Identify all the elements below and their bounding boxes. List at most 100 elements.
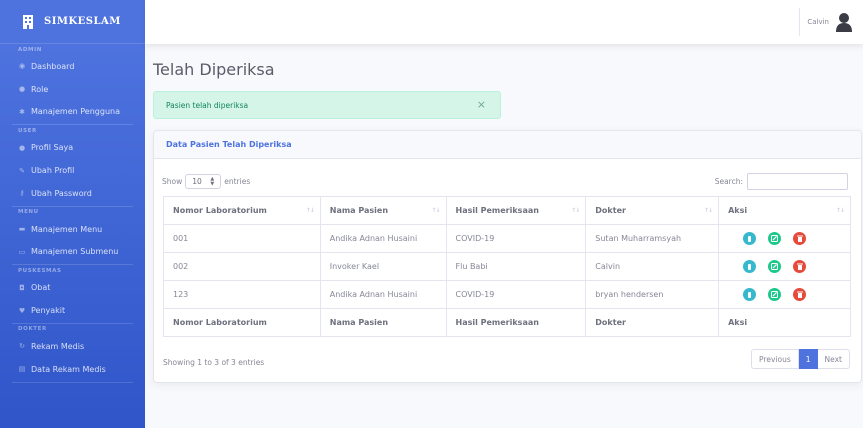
table-header-row: Nomor Laboratorium ↑↓ Nama Pasien ↑↓ Hasil P… <box>163 196 851 225</box>
building-icon <box>22 14 34 29</box>
trash-icon <box>796 291 803 298</box>
user-dropdown[interactable]: Calvin <box>807 12 853 32</box>
sidebar-divider <box>12 381 133 383</box>
pagination: Previous 1 Next <box>751 349 850 369</box>
alert-message: Pasien telah diperiksa <box>166 100 249 110</box>
edit-icon <box>771 263 779 270</box>
table-info: Showing 1 to 3 of 3 entries <box>163 358 265 367</box>
cell-actions <box>718 224 851 253</box>
sidebar: SIMKESLAM ADMIN ◉ Dashboard ● Role ✱ Manajemen… <box>0 0 145 428</box>
edit-button[interactable] <box>768 232 782 245</box>
detail-button[interactable] <box>743 260 757 273</box>
heart-icon: ♥ <box>18 306 26 315</box>
users-icon: ✱ <box>19 107 25 116</box>
cell-nomor: 002 <box>163 252 321 281</box>
column-header-label: Dokter <box>595 318 626 327</box>
next-button[interactable]: Next <box>817 349 850 369</box>
stethoscope-icon: ↻ <box>19 342 25 351</box>
search-input[interactable] <box>747 173 848 190</box>
delete-button[interactable] <box>793 260 807 273</box>
delete-button[interactable] <box>793 232 807 245</box>
sort-icon: ↑↓ <box>835 207 845 214</box>
sidebar-item-label: Penyakit <box>31 306 66 316</box>
file-icon: ▤ <box>18 365 26 374</box>
edit-icon <box>771 291 779 298</box>
sidebar-item-data-rekam-medis[interactable]: ▤ Data Rekam Medis <box>0 358 145 381</box>
sidebar-item-label: Obat <box>31 283 51 293</box>
brand-name: SIMKESLAM <box>44 16 121 27</box>
alert-close-button[interactable]: × <box>477 99 486 110</box>
edit-button[interactable] <box>768 288 782 301</box>
info-icon <box>748 263 752 270</box>
column-header-label: Nama Pasien <box>329 206 389 215</box>
sidebar-item-label: Manajemen Submenu <box>31 247 119 257</box>
table-footer-row: Nomor Laboratorium Nama Pasien Hasil Pemer… <box>163 308 851 337</box>
entries-select[interactable]: 10 ▲ ▼ <box>185 174 222 189</box>
table-search: Search: <box>715 173 848 190</box>
sidebar-item-obat[interactable]: ◘ Obat <box>0 276 145 299</box>
sidebar-item-label: Data Rekam Medis <box>31 364 106 374</box>
success-alert: Pasien telah diperiksa × <box>153 91 501 119</box>
topbar-divider <box>799 8 800 36</box>
sidebar-item-dashboard[interactable]: ◉ Dashboard <box>0 55 145 78</box>
sidebar-item-manajemen-submenu[interactable]: ▭ Manajemen Submenu <box>0 241 145 264</box>
page-1-button[interactable]: 1 <box>798 349 818 369</box>
sort-icon: ↑↓ <box>571 207 580 214</box>
patients-card: Data Pasien Telah Diperiksa Show 10 ▲ ▼ e… <box>153 130 862 383</box>
column-header-label: Hasil Pemeriksaan <box>455 206 539 215</box>
row-actions <box>728 260 850 273</box>
column-header-nomor-laboratorium[interactable]: Nomor Laboratorium ↑↓ <box>163 196 321 225</box>
user-avatar-icon[interactable] <box>835 12 853 32</box>
sidebar-item-label: Profil Saya <box>31 143 74 153</box>
sidebar-item-role[interactable]: ● Role <box>0 78 145 101</box>
sidebar-item-ubah-password[interactable]: ⚷ Ubah Password <box>0 182 145 205</box>
sort-icon: ↑↓ <box>704 207 713 214</box>
user-name: Calvin <box>807 18 829 26</box>
cell-hasil: COVID-19 <box>445 280 587 309</box>
sidebar-menu: ADMIN ◉ Dashboard ● Role ✱ Manajemen Pengguna U… <box>0 44 145 383</box>
column-header-label: Dokter <box>595 206 626 215</box>
user-icon: ● <box>18 143 26 152</box>
column-header-hasil-pemeriksaan: Hasil Pemeriksaan <box>445 308 587 337</box>
column-header-aksi[interactable]: Aksi ↑↓ <box>718 196 851 225</box>
row-actions <box>728 232 850 245</box>
column-header-dokter: Dokter <box>585 308 720 337</box>
sidebar-item-manajemen-pengguna[interactable]: ✱ Manajemen Pengguna <box>0 101 145 124</box>
column-header-nama-pasien[interactable]: Nama Pasien ↑↓ <box>319 196 447 225</box>
cell-dokter: bryan hendersen <box>585 280 720 309</box>
sidebar-item-rekam-medis[interactable]: ↻ Rekam Medis <box>0 335 145 358</box>
sidebar-item-label: Role <box>31 84 49 94</box>
edit-icon <box>771 235 779 242</box>
sidebar-item-profil-saya[interactable]: ● Profil Saya <box>0 136 145 159</box>
cell-nama: Invoker Kael <box>319 252 447 281</box>
detail-button[interactable] <box>743 232 757 245</box>
column-header-dokter[interactable]: Dokter ↑↓ <box>585 196 720 225</box>
cell-nomor: 001 <box>163 224 321 253</box>
edit-button[interactable] <box>768 260 782 273</box>
select-arrows-icon: ▲ ▼ <box>210 175 215 187</box>
trash-icon <box>796 263 803 270</box>
sidebar-item-label: Ubah Password <box>31 188 92 198</box>
entries-select-value: 10 <box>192 177 202 186</box>
previous-button[interactable]: Previous <box>751 349 799 369</box>
column-header-label: Nomor Laboratorium <box>173 318 267 327</box>
topbar: Calvin <box>145 0 863 44</box>
column-header-label: Nama Pasien <box>329 318 389 327</box>
delete-button[interactable] <box>793 288 807 301</box>
sidebar-item-manajemen-menu[interactable]: ▬ Manajemen Menu <box>0 218 145 241</box>
sidebar-heading: PUSKESMAS <box>18 267 62 274</box>
cell-actions <box>718 280 851 309</box>
folder-icon: ▬ <box>18 225 26 234</box>
cell-nomor: 123 <box>163 280 321 309</box>
detail-button[interactable] <box>743 288 757 301</box>
table-row: 001 Andika Adnan Husaini COVID-19 Sutan Muh… <box>163 224 851 253</box>
sidebar-item-ubah-profil[interactable]: ✎ Ubah Profil <box>0 159 145 182</box>
sidebar-item-penyakit[interactable]: ♥ Penyakit <box>0 299 145 322</box>
table-body: 001 Andika Adnan Husaini COVID-19 Sutan Muh… <box>163 224 851 309</box>
brand[interactable]: SIMKESLAM <box>0 0 145 44</box>
length-entries-label: entries <box>224 177 251 186</box>
column-header-label: Aksi <box>728 206 748 215</box>
column-header-hasil-pemeriksaan[interactable]: Hasil Pemeriksaan ↑↓ <box>445 196 587 225</box>
cell-hasil: Flu Babi <box>445 252 587 281</box>
cell-nama: Andika Adnan Husaini <box>319 224 447 253</box>
